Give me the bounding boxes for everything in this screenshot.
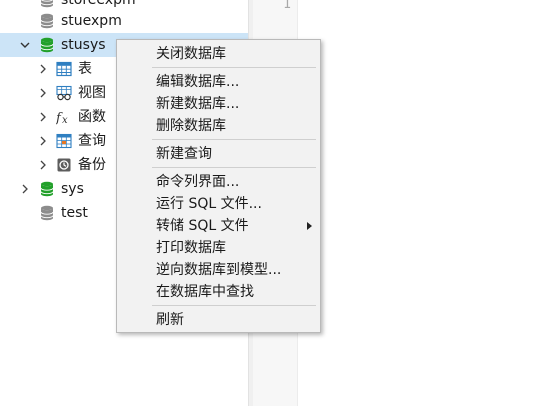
database-icon xyxy=(40,13,54,29)
svg-text:x: x xyxy=(62,115,68,125)
database-icon xyxy=(40,205,54,221)
query-icon xyxy=(56,133,72,149)
tree-item-label: 视图 xyxy=(78,85,106,101)
chevron-right-icon[interactable] xyxy=(18,182,32,196)
tree-item-label: test xyxy=(61,205,88,221)
tree-item-label: stusys xyxy=(61,37,106,53)
menu-item-edit-database[interactable]: 编辑数据库... xyxy=(117,71,320,93)
navicat-window: storeexpm stuexpm stusys 表 视图 f x 函数 查询 … xyxy=(0,0,541,406)
line-number: 1 xyxy=(283,0,291,12)
menu-item-new-query[interactable]: 新建查询 xyxy=(117,143,320,165)
chevron-right-icon[interactable] xyxy=(36,110,50,124)
tree-item-label: 查询 xyxy=(78,133,106,149)
query-editor[interactable] xyxy=(298,0,541,406)
chevron-down-icon[interactable] xyxy=(18,38,32,52)
database-icon xyxy=(40,0,54,8)
menu-item-print-database[interactable]: 打印数据库 xyxy=(117,237,320,259)
backup-icon xyxy=(57,158,71,172)
view-icon xyxy=(56,85,72,101)
submenu-arrow-icon xyxy=(307,222,312,230)
menu-separator xyxy=(152,67,316,68)
menu-item-close-database[interactable]: 关闭数据库 xyxy=(117,43,320,65)
menu-item-run-sql-file[interactable]: 运行 SQL 文件... xyxy=(117,193,320,215)
menu-item-new-database[interactable]: 新建数据库... xyxy=(117,93,320,115)
menu-item-refresh[interactable]: 刷新 xyxy=(117,309,320,331)
tree-item-label: sys xyxy=(61,181,84,197)
menu-item-delete-database[interactable]: 删除数据库 xyxy=(117,115,320,137)
database-context-menu: 关闭数据库 编辑数据库... 新建数据库... 删除数据库 新建查询 命令列界面… xyxy=(116,39,321,333)
tree-item-stuexpm[interactable]: stuexpm xyxy=(0,9,248,33)
database-icon xyxy=(40,181,54,197)
tree-item-label: 函数 xyxy=(78,109,106,125)
menu-separator xyxy=(152,139,316,140)
menu-item-dump-sql-file[interactable]: 转储 SQL 文件 xyxy=(117,215,320,237)
menu-item-reverse-to-model[interactable]: 逆向数据库到模型... xyxy=(117,259,320,281)
chevron-right-icon[interactable] xyxy=(36,134,50,148)
menu-item-find-in-database[interactable]: 在数据库中查找 xyxy=(117,281,320,303)
function-icon: f x xyxy=(56,111,68,125)
chevron-right-icon[interactable] xyxy=(36,86,50,100)
tree-item-label: stuexpm xyxy=(61,13,122,29)
menu-item-console[interactable]: 命令列界面... xyxy=(117,171,320,193)
menu-separator xyxy=(152,167,316,168)
chevron-right-icon[interactable] xyxy=(36,158,50,172)
chevron-right-icon[interactable] xyxy=(36,62,50,76)
table-icon xyxy=(56,61,72,77)
database-icon xyxy=(40,37,54,53)
tree-item-label: 表 xyxy=(78,61,92,77)
menu-separator xyxy=(152,305,316,306)
tree-item-label: 备份 xyxy=(78,157,106,173)
